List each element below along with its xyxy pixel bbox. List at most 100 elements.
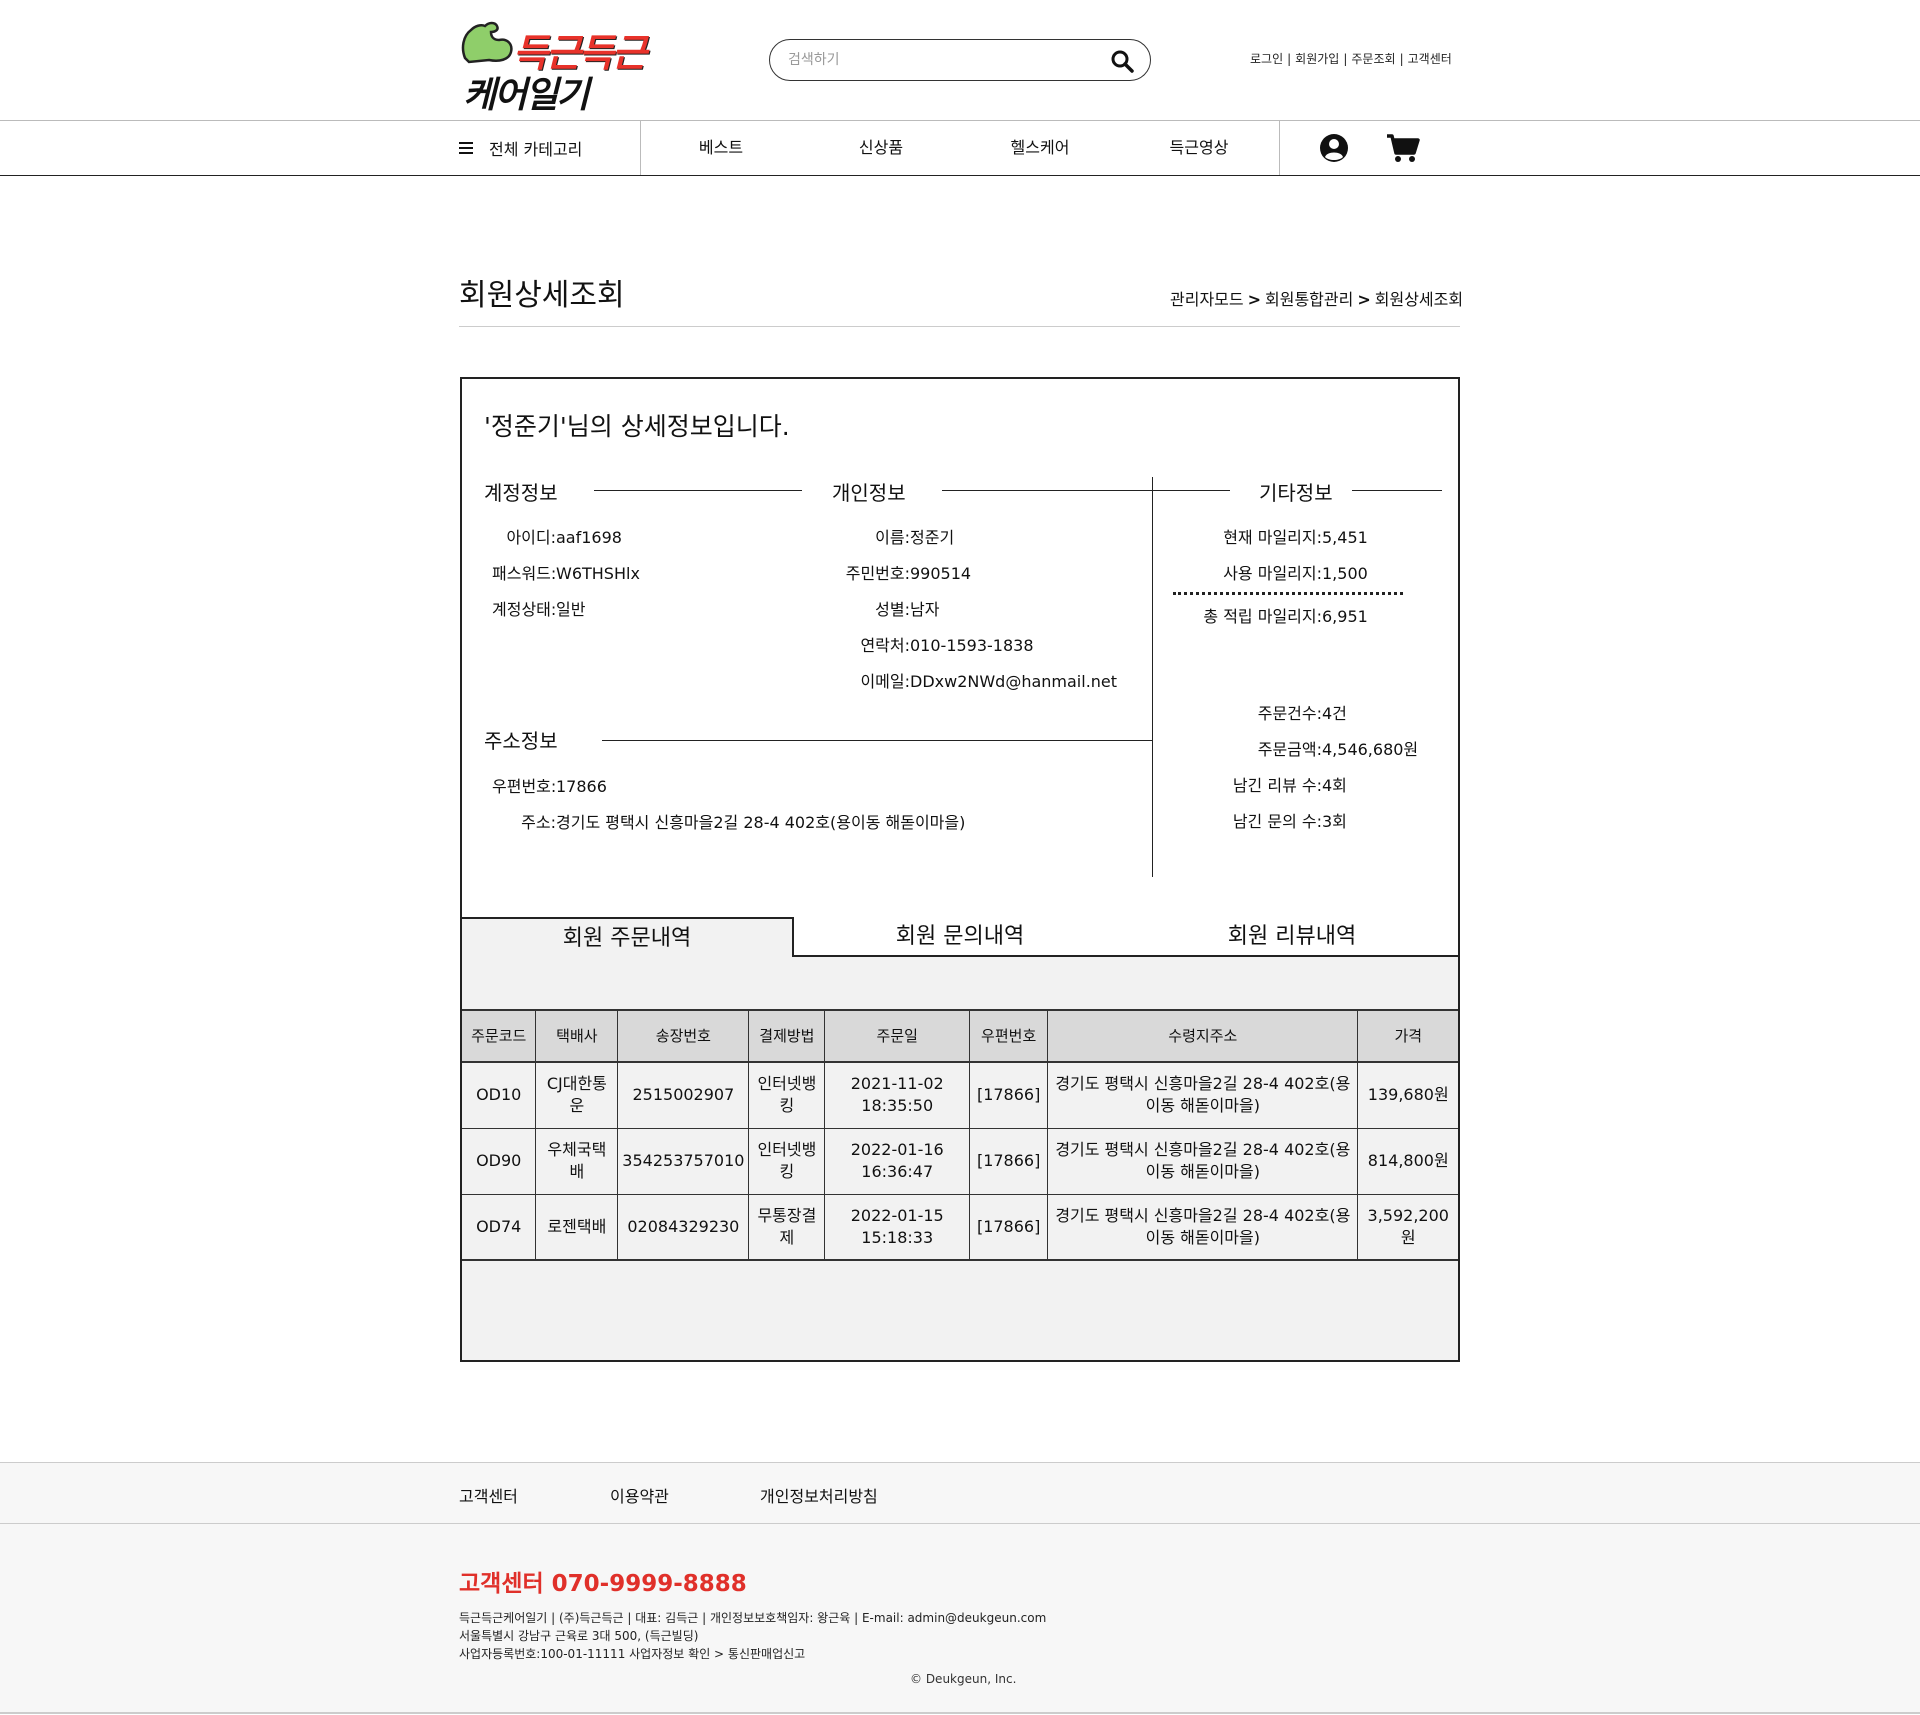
- field-value: DDxw2NWd@hanmail.net: [910, 672, 1118, 691]
- table-cell: 우체국택배: [535, 1127, 619, 1195]
- logo-text-bottom: 케어일기: [463, 75, 589, 116]
- field-label: 총 적립 마일리지:: [1203, 607, 1322, 626]
- table-row[interactable]: OD90 우체국택배 354253757010 인터넷뱅킹 2022-01-16…: [462, 1127, 1458, 1195]
- breadcrumb: 관리자모드 > 회원통합관리 > 회원상세조회: [1170, 286, 1463, 310]
- field-label: 아이디:: [506, 528, 556, 547]
- field-value: aaf1698: [556, 528, 622, 547]
- tab-inquiries[interactable]: 회원 문의내역: [794, 917, 1126, 957]
- copyright: © Deukgeun, Inc.: [910, 1672, 1017, 1686]
- table-row[interactable]: OD10 CJ대한통운 2515002907 인터넷뱅킹 2021-11-02 …: [462, 1061, 1458, 1129]
- site-logo[interactable]: 득근득근 케어일기: [459, 12, 659, 116]
- account-password: 패스워드: W6THSHlx: [492, 560, 640, 584]
- field-value: 5,451: [1322, 528, 1368, 547]
- customer-center-link[interactable]: 고객센터: [1408, 52, 1452, 66]
- column-header: 택배사: [535, 1009, 619, 1063]
- table-cell: [17866]: [969, 1061, 1049, 1129]
- section-line: [1352, 490, 1442, 491]
- chevron-right-icon: >: [1357, 290, 1371, 309]
- nav-item-best[interactable]: 베스트: [666, 121, 776, 175]
- search-input[interactable]: [788, 49, 1088, 71]
- breadcrumb-item[interactable]: 관리자모드: [1170, 290, 1244, 309]
- login-link[interactable]: 로그인: [1250, 52, 1283, 66]
- section-title-account: 계정정보: [484, 481, 558, 505]
- field-value: 경기도 평택시 신흥마을2길 28-4 402호(용이동 해돋이마을): [556, 813, 966, 832]
- column-header: 가격: [1357, 1009, 1458, 1063]
- signup-link[interactable]: 회원가입: [1295, 52, 1339, 66]
- cart-icon[interactable]: [1386, 133, 1420, 163]
- table-cell: 경기도 평택시 신흥마을2길 28-4 402호(용이동 해돋이마을): [1047, 1061, 1359, 1129]
- nav-item-new[interactable]: 신상품: [826, 121, 936, 175]
- column-header: 송장번호: [617, 1009, 750, 1063]
- section-line: [942, 490, 1152, 491]
- table-cell: 2021-11-02 18:35:50: [824, 1061, 971, 1129]
- order-lookup-link[interactable]: 주문조회: [1351, 52, 1395, 66]
- stat-review-count: 남긴 리뷰 수: 4회: [1172, 772, 1347, 796]
- table-cell: 2022-01-16 16:36:47: [824, 1127, 971, 1195]
- page-title: 회원상세조회: [459, 278, 625, 313]
- separator: |: [1343, 52, 1348, 66]
- company-address-line: 서울특별시 강남구 근육로 3대 500, (득근빌딩): [459, 1629, 699, 1643]
- flexed-arm-icon: [461, 21, 513, 64]
- address-full: 주소: 경기도 평택시 신흥마을2길 28-4 402호(용이동 해돋이마을): [492, 809, 965, 833]
- footer-info: 고객센터 070-9999-8888 득근득근케어일기 | (주)득근득근 | …: [0, 1524, 1920, 1714]
- nav-item-healthcare[interactable]: 헬스케어: [985, 121, 1095, 175]
- top-links: 로그인 | 회원가입 | 주문조회 | 고객센터: [1250, 50, 1452, 67]
- field-value: 4건: [1322, 704, 1347, 723]
- nav-divider: [1279, 121, 1280, 175]
- separator: |: [1287, 52, 1292, 66]
- field-value: 정준기: [910, 528, 955, 547]
- field-label: 사용 마일리지:: [1223, 564, 1322, 583]
- field-label: 연락처:: [860, 636, 910, 655]
- tab-orders[interactable]: 회원 주문내역: [462, 917, 794, 957]
- table-cell: 인터넷뱅킹: [748, 1061, 826, 1129]
- stat-inquiry-count: 남긴 문의 수: 3회: [1172, 808, 1347, 832]
- table-cell: [17866]: [969, 1193, 1049, 1261]
- section-title-personal: 개인정보: [832, 481, 906, 505]
- column-header: 주문코드: [462, 1009, 537, 1063]
- footer-link-terms[interactable]: 이용약관: [610, 1483, 669, 1507]
- field-value: 일반: [556, 600, 586, 619]
- stat-order-amount: 주문금액: 4,546,680원: [1172, 736, 1418, 760]
- table-cell: OD10: [462, 1061, 537, 1129]
- field-value: 4,546,680원: [1322, 740, 1419, 759]
- nav-item-videos[interactable]: 득근영상: [1144, 121, 1254, 175]
- table-header-row: 주문코드 택배사 송장번호 결제방법 주문일 우편번호 수령지주소 가격: [462, 1009, 1458, 1063]
- section-line: [602, 740, 1152, 741]
- table-cell: OD90: [462, 1127, 537, 1195]
- personal-email: 이메일: DDxw2NWd@hanmail.net: [830, 668, 1117, 692]
- section-title-address: 주소정보: [484, 729, 558, 753]
- detail-heading: '정준기'님의 상세정보입니다.: [484, 412, 790, 441]
- field-label: 이메일:: [860, 672, 910, 691]
- table-row[interactable]: OD74 로젠택배 02084329230 무통장결제 2022-01-15 1…: [462, 1193, 1458, 1261]
- personal-rrn: 주민번호: 990514: [830, 560, 971, 584]
- mileage-current: 현재 마일리지: 5,451: [1172, 524, 1368, 548]
- field-value: 010-1593-1838: [910, 636, 1034, 655]
- field-label: 주소:: [521, 813, 556, 832]
- field-value: 남자: [910, 600, 940, 619]
- customer-center-phone: 고객센터 070-9999-8888: [459, 1571, 747, 1597]
- footer-link-customer-center[interactable]: 고객센터: [459, 1483, 518, 1507]
- column-header: 결제방법: [748, 1009, 826, 1063]
- search-icon[interactable]: [1110, 49, 1134, 73]
- field-label: 성별:: [875, 600, 910, 619]
- column-header: 우편번호: [969, 1009, 1049, 1063]
- hamburger-icon: [459, 142, 473, 154]
- column-header: 수령지주소: [1047, 1009, 1359, 1063]
- table-cell: 354253757010: [617, 1127, 750, 1195]
- mileage-total: 총 적립 마일리지: 6,951: [1172, 603, 1367, 627]
- address-zip: 우편번호: 17866: [492, 773, 607, 797]
- section-line: [1152, 490, 1230, 491]
- user-icon[interactable]: [1319, 133, 1349, 163]
- mileage-used: 사용 마일리지: 1,500: [1172, 560, 1368, 584]
- dotted-divider: [1173, 592, 1403, 595]
- footer-link-privacy[interactable]: 개인정보처리방침: [760, 1483, 878, 1507]
- breadcrumb-item[interactable]: 회원통합관리: [1265, 290, 1353, 309]
- chevron-right-icon: >: [1247, 290, 1262, 309]
- search-bar: [769, 39, 1151, 81]
- tab-reviews[interactable]: 회원 리뷰내역: [1126, 917, 1458, 957]
- account-id: 아이디: aaf1698: [492, 524, 622, 548]
- all-categories-button[interactable]: 전체 카테고리: [459, 121, 641, 175]
- field-value: 17866: [556, 777, 607, 796]
- field-value: 1,500: [1322, 564, 1368, 583]
- footer-links: 고객센터 이용약관 개인정보처리방침: [0, 1462, 1920, 1524]
